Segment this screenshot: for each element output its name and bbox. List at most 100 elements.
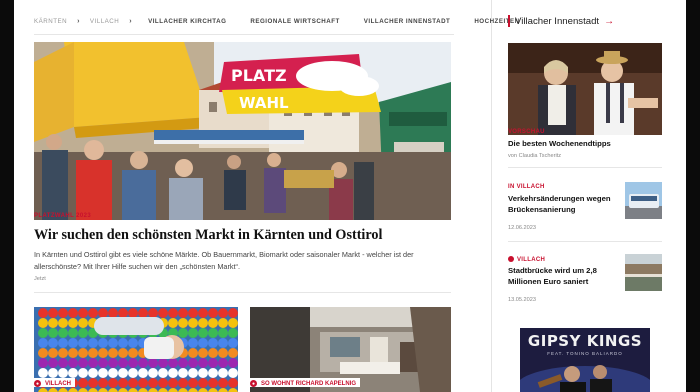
ball xyxy=(138,308,148,318)
ball xyxy=(228,308,238,318)
ball xyxy=(38,348,48,358)
ball xyxy=(48,348,58,358)
ball xyxy=(58,318,68,328)
kicker-label: VILLACH xyxy=(517,257,546,263)
ball xyxy=(188,378,198,388)
ad-title: GIPSY KINGS xyxy=(527,332,643,350)
ball xyxy=(198,318,208,328)
ball xyxy=(208,348,218,358)
ball xyxy=(38,358,48,368)
ball xyxy=(78,378,88,388)
ball xyxy=(188,338,198,348)
ball xyxy=(128,368,138,378)
article-category-badge: ● VILLACH xyxy=(34,378,75,387)
sidebar-article-headline[interactable]: Verkehrsänderungen wegen Brückensanierun… xyxy=(508,194,620,215)
ball xyxy=(208,318,218,328)
ball xyxy=(228,338,238,348)
ball xyxy=(178,368,188,378)
ball xyxy=(208,308,218,318)
nav-topic-wirtschaft[interactable]: REGIONALE WIRTSCHAFT xyxy=(250,18,339,25)
ball xyxy=(178,308,188,318)
hero-headline[interactable]: Wir suchen den schönsten Markt in Kärnte… xyxy=(34,227,464,244)
sign-text-wahl: WAHL xyxy=(239,94,289,112)
ball xyxy=(198,338,208,348)
sidebar-feature-image[interactable] xyxy=(508,43,662,135)
headline-line: Stadtbrücke wird um 2,8 xyxy=(508,266,597,275)
ball xyxy=(228,348,238,358)
location-pin-icon xyxy=(508,256,514,262)
ball xyxy=(108,338,118,348)
ball xyxy=(148,308,158,318)
breadcrumb-villach[interactable]: VILLACH xyxy=(90,18,119,25)
ball xyxy=(128,378,138,388)
ball xyxy=(98,358,108,368)
ball xyxy=(218,318,228,328)
sidebar-article-byline: von Claudia Tscheritz xyxy=(508,153,562,159)
ball xyxy=(168,308,178,318)
ball xyxy=(218,348,228,358)
bus-thumbnail xyxy=(625,182,662,219)
teaser-line-1: In Kärnten und Osttirol gibt es viele sc… xyxy=(34,250,414,259)
ball xyxy=(158,308,168,318)
section-divider xyxy=(34,292,451,293)
advertisement-banner[interactable]: GIPSY KINGS FEAT. TONINO BALIARDO xyxy=(520,328,650,392)
ball xyxy=(118,378,128,388)
breadcrumb-kaernten[interactable]: KÄRNTEN xyxy=(34,18,67,25)
ball xyxy=(118,348,128,358)
ball xyxy=(48,358,58,368)
ball xyxy=(188,348,198,358)
ball xyxy=(138,378,148,388)
ball xyxy=(108,368,118,378)
hero-kicker: PLATZWAHL 2023 xyxy=(34,213,92,219)
nav-topic-kirchtag[interactable]: VILLACHER KIRCHTAG xyxy=(148,18,226,25)
ball xyxy=(78,308,88,318)
ball xyxy=(218,308,228,318)
ball xyxy=(128,308,138,318)
sidebar-title-text: Villacher Innenstadt xyxy=(515,15,600,27)
accent-bar xyxy=(508,15,510,27)
ball xyxy=(208,338,218,348)
article-category-badge: ● SO WOHNT RICHARD KAPELNIG xyxy=(250,378,360,387)
ball xyxy=(198,348,208,358)
sign-text-platz: PLATZ xyxy=(231,66,287,85)
ball xyxy=(128,338,138,348)
ball xyxy=(158,378,168,388)
sidebar-title[interactable]: Villacher Innenstadt → xyxy=(508,15,614,27)
ball xyxy=(208,358,218,368)
hero-image[interactable]: PLATZ WAHL xyxy=(34,42,451,220)
ball xyxy=(58,358,68,368)
ball xyxy=(78,328,88,338)
ball xyxy=(78,318,88,328)
sidebar-divider xyxy=(508,167,662,168)
ball xyxy=(108,358,118,368)
location-icon: ● xyxy=(250,380,257,387)
ball xyxy=(228,318,238,328)
sidebar-article-date: 13.05.2023 xyxy=(508,297,536,303)
market-scene-image: PLATZ WAHL xyxy=(34,42,451,220)
ball xyxy=(68,328,78,338)
ball xyxy=(218,378,228,388)
ball xyxy=(158,368,168,378)
arrow-right-icon: → xyxy=(604,15,615,27)
ball xyxy=(168,368,178,378)
ball xyxy=(188,308,198,318)
sidebar-article-kicker: VORSCHAU xyxy=(508,129,545,135)
sidebar-article-headline[interactable]: Stadtbrücke wird um 2,8 Millionen Euro s… xyxy=(508,266,620,287)
ball xyxy=(188,328,198,338)
bridge-thumbnail xyxy=(625,254,662,291)
ball xyxy=(178,378,188,388)
location-icon: ● xyxy=(34,380,41,387)
page: KÄRNTEN › VILLACH › VILLACHER KIRCHTAG R… xyxy=(14,0,686,392)
ball xyxy=(78,338,88,348)
nav-topic-innenstadt[interactable]: VILLACHER INNENSTADT xyxy=(364,18,451,25)
ball xyxy=(38,328,48,338)
ball xyxy=(148,358,158,368)
ball xyxy=(98,308,108,318)
ball xyxy=(108,308,118,318)
sidebar-article-thumbnail[interactable] xyxy=(625,254,662,291)
sidebar-article-thumbnail[interactable] xyxy=(625,182,662,219)
sidebar-article-headline[interactable]: Die besten Wochenendtipps xyxy=(508,139,611,150)
ball xyxy=(148,378,158,388)
ball xyxy=(218,368,228,378)
ball xyxy=(98,338,108,348)
